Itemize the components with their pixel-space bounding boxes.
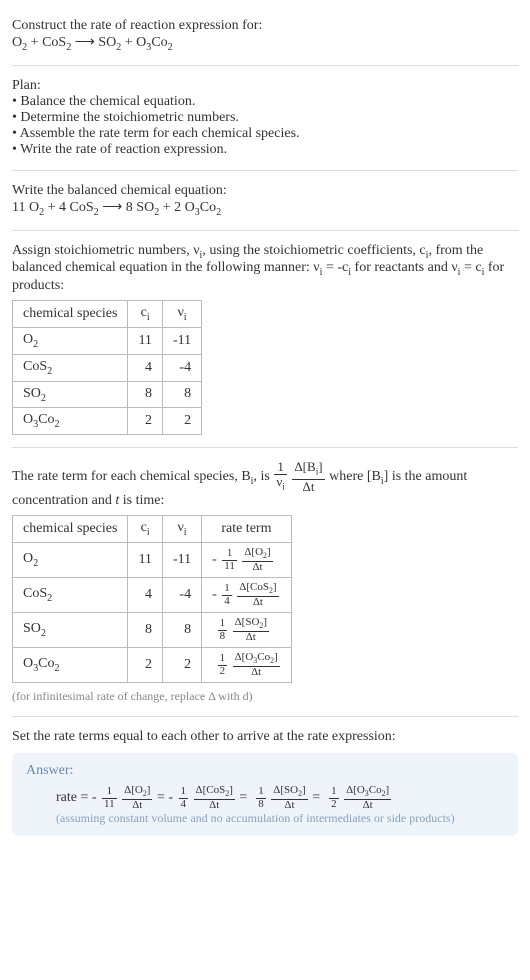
table-row: O3Co2 2 2 <box>13 408 202 435</box>
separator <box>12 716 518 717</box>
rate-table: chemical species ci νi rate term O2 11 -… <box>12 515 292 683</box>
answer-note: (assuming constant volume and no accumul… <box>26 811 504 826</box>
answer-box: Answer: rate = - 111 Δ[O2]Δt = - 14 Δ[Co… <box>12 753 518 836</box>
table-row: SO2 8 8 18 Δ[SO2]Δt <box>13 613 292 648</box>
table-row: O3Co2 2 2 12 Δ[O3Co2]Δt <box>13 648 292 683</box>
answer-expression: rate = - 111 Δ[O2]Δt = - 14 Δ[CoS2]Δt = … <box>26 785 504 811</box>
separator <box>12 447 518 448</box>
answer-label: Answer: <box>26 763 504 779</box>
separator <box>12 65 518 66</box>
balanced-block: Write the balanced chemical equation: 11… <box>12 183 518 218</box>
col-ci: ci <box>128 301 162 328</box>
table-row: O2 11 -11 - 111 Δ[O2]Δt <box>13 543 292 578</box>
rateterm-intro: The rate term for each chemical species,… <box>12 460 518 509</box>
rate-cell: - 14 Δ[CoS2]Δt <box>202 578 292 613</box>
plan-item: • Assemble the rate term for each chemic… <box>12 126 518 142</box>
separator <box>12 170 518 171</box>
set-equal-text: Set the rate terms equal to each other t… <box>12 729 518 745</box>
rate-cell: 18 Δ[SO2]Δt <box>202 613 292 648</box>
table-row: SO2 8 8 <box>13 381 202 408</box>
table-row: CoS2 4 -4 <box>13 354 202 381</box>
balanced-title: Write the balanced chemical equation: <box>12 183 518 199</box>
rate-cell: 12 Δ[O3Co2]Δt <box>202 648 292 683</box>
plan-item: • Write the rate of reaction expression. <box>12 142 518 158</box>
assign-block: Assign stoichiometric numbers, νi, using… <box>12 243 518 436</box>
unbalanced-equation: O2 + CoS2 ⟶ SO2 + O3Co2 <box>12 34 518 53</box>
col-species: chemical species <box>13 301 128 328</box>
separator <box>12 230 518 231</box>
prompt-title: Construct the rate of reaction expressio… <box>12 18 518 34</box>
document-root: Construct the rate of reaction expressio… <box>0 0 530 846</box>
assign-text: Assign stoichiometric numbers, νi, using… <box>12 243 518 295</box>
balanced-equation: 11 O2 + 4 CoS2 ⟶ 8 SO2 + 2 O3Co2 <box>12 199 518 218</box>
col-vi: νi <box>162 301 201 328</box>
prompt-block: Construct the rate of reaction expressio… <box>12 18 518 53</box>
rateterm-generic: 1νi Δ[Bi]Δt <box>273 469 329 484</box>
table-row: CoS2 4 -4 - 14 Δ[CoS2]Δt <box>13 578 292 613</box>
table-header-row: chemical species ci νi rate term <box>13 516 292 543</box>
plan-block: Plan: • Balance the chemical equation. •… <box>12 78 518 158</box>
plan-title: Plan: <box>12 78 518 94</box>
infinitesimal-note: (for infinitesimal rate of change, repla… <box>12 689 518 704</box>
set-equal-block: Set the rate terms equal to each other t… <box>12 729 518 745</box>
plan-item: • Determine the stoichiometric numbers. <box>12 110 518 126</box>
rateterm-block: The rate term for each chemical species,… <box>12 460 518 704</box>
plan-item: • Balance the chemical equation. <box>12 94 518 110</box>
rate-cell: - 111 Δ[O2]Δt <box>202 543 292 578</box>
table-row: O2 11 -11 <box>13 327 202 354</box>
table-header-row: chemical species ci νi <box>13 301 202 328</box>
stoich-table: chemical species ci νi O2 11 -11 CoS2 4 … <box>12 300 202 435</box>
